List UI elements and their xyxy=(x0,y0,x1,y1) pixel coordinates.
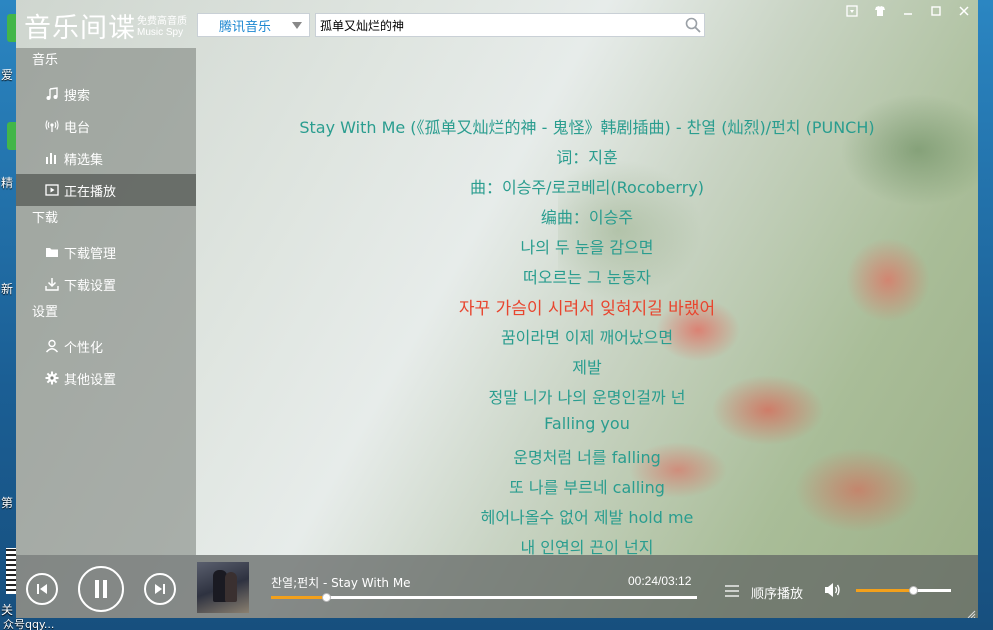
sidebar-item-label: 其他设置 xyxy=(64,372,117,388)
music-source-dropdown[interactable]: 腾讯音乐 xyxy=(197,13,310,37)
lyric-line: 曲：이승주/로코베리(Rocoberry) xyxy=(469,178,705,197)
album-cover[interactable] xyxy=(197,562,249,613)
app-logo-subtitle-en: Music Spy xyxy=(137,27,184,38)
lyric-line: 내 인연의 끈이 넌지 xyxy=(520,538,654,555)
sidebar-item-label: 下载设置 xyxy=(64,278,117,294)
album-cover-figure xyxy=(225,572,237,602)
user-icon xyxy=(44,338,60,354)
sidebar-item-search[interactable]: 搜索 xyxy=(16,78,196,110)
title-bar[interactable]: 音乐间谍 免费高音质 Music Spy 腾讯音乐 xyxy=(16,0,978,48)
progress-slider[interactable] xyxy=(271,593,697,602)
sidebar-item-radio[interactable]: 电台 xyxy=(16,110,196,142)
chart-bars-icon xyxy=(44,150,60,166)
desktop-label: 第 xyxy=(1,496,14,510)
search-input[interactable] xyxy=(316,15,682,35)
lyric-line: 운명처럼 너를 falling xyxy=(513,448,661,467)
volume-handle[interactable] xyxy=(909,586,918,595)
next-button[interactable] xyxy=(144,573,176,605)
lyric-line: 또 나를 부르네 calling xyxy=(509,478,665,497)
window-controls xyxy=(838,0,978,22)
music-source-label: 腾讯音乐 xyxy=(218,19,271,35)
progress-handle[interactable] xyxy=(322,593,332,602)
sidebar-item-other-settings[interactable]: 其他设置 xyxy=(16,362,196,394)
desktop-label: 新 xyxy=(1,282,14,296)
mini-mode-icon[interactable] xyxy=(838,0,866,22)
desktop-label: 众号qqy... xyxy=(3,618,55,630)
song-title: 찬열;펀치 - Stay With Me xyxy=(271,576,411,590)
lyric-line: 꿈이라면 이제 깨어났으면 xyxy=(500,328,674,347)
lyric-line: Stay With Me (《孤单又灿烂的神 - 鬼怪》韩剧插曲) - 찬열 (… xyxy=(299,118,875,137)
sidebar-item-now-playing[interactable]: 正在播放 xyxy=(16,174,196,206)
lyric-line: 떠오르는 그 눈동자 xyxy=(523,268,651,287)
next-icon xyxy=(155,584,165,594)
lyric-line-current: 자꾸 가슴이 시려서 잊혀지길 바랬어 xyxy=(458,299,716,319)
skin-icon[interactable] xyxy=(866,0,894,22)
sidebar-item-label: 精选集 xyxy=(64,152,104,168)
lyric-line: 제발 xyxy=(572,358,602,377)
sidebar-item-label: 正在播放 xyxy=(64,184,117,200)
progress-fill xyxy=(271,596,327,599)
sidebar-item-label: 搜索 xyxy=(64,88,91,104)
song-time: 00:24/03:12 xyxy=(628,574,692,588)
close-icon[interactable] xyxy=(950,0,978,22)
sidebar-item-download-settings[interactable]: 下载设置 xyxy=(16,268,196,300)
volume-slider[interactable] xyxy=(856,586,951,595)
lyric-line: Falling you xyxy=(544,414,630,433)
maximize-icon[interactable] xyxy=(922,0,950,22)
music-note-icon xyxy=(44,86,60,102)
chevron-down-icon xyxy=(292,21,302,29)
desktop-icon-strip: 爱 精 新 第 关 xyxy=(0,0,19,630)
pause-icon xyxy=(95,580,107,598)
sidebar-item-label: 电台 xyxy=(64,120,91,136)
search-box xyxy=(315,13,705,37)
previous-icon xyxy=(37,584,47,594)
minimize-icon[interactable] xyxy=(894,0,922,22)
lyric-line: 나의 두 눈을 감으면 xyxy=(520,238,654,257)
desktop-label: 精 xyxy=(1,176,14,190)
resize-grip-icon[interactable] xyxy=(966,606,976,618)
previous-button[interactable] xyxy=(26,573,58,605)
lyric-line: 编曲：이승주 xyxy=(540,208,634,227)
pause-button[interactable] xyxy=(78,566,124,612)
sidebar-item-personalize[interactable]: 个性化 xyxy=(16,330,196,362)
folder-icon xyxy=(44,244,60,260)
sidebar: 音乐 搜索 电台 精选集 正在播放 下载 下载管理 下载设置 设置 个性化 其他… xyxy=(16,48,196,555)
lyric-line: 词：지훈 xyxy=(556,148,618,167)
download-icon xyxy=(44,276,60,292)
player-bar: 찬열;펀치 - Stay With Me 00:24/03:12 顺序播放 xyxy=(16,555,978,618)
volume-fill xyxy=(856,589,913,592)
music-spy-window: 音乐间谍 免费高音质 Music Spy 腾讯音乐 孤单又灿烂的神 音乐 搜索 … xyxy=(16,0,978,618)
sidebar-item-collections[interactable]: 精选集 xyxy=(16,142,196,174)
lyric-line: 헤어나올수 없어 제발 hold me xyxy=(480,508,694,527)
volume-icon[interactable] xyxy=(824,582,842,598)
desktop-label: 爱 xyxy=(1,68,14,82)
sidebar-item-label: 下载管理 xyxy=(64,246,117,262)
sidebar-section-music: 音乐 xyxy=(32,53,59,68)
search-icon[interactable] xyxy=(682,14,704,36)
sidebar-section-download: 下载 xyxy=(32,211,59,226)
lyric-line: 정말 니가 나의 운명인걸까 넌 xyxy=(488,388,686,407)
sidebar-item-download-manager[interactable]: 下载管理 xyxy=(16,236,196,268)
app-logo-subtitle-cn: 免费高音质 xyxy=(137,16,187,27)
play-screen-icon xyxy=(44,182,60,198)
sidebar-section-settings: 设置 xyxy=(32,305,59,320)
radio-icon xyxy=(44,118,60,134)
gear-icon xyxy=(44,370,60,386)
playlist-mode-icon[interactable] xyxy=(725,584,739,597)
sidebar-item-label: 个性化 xyxy=(64,340,104,356)
play-mode-label[interactable]: 顺序播放 xyxy=(751,583,803,602)
app-logo-title: 音乐间谍 xyxy=(24,13,136,44)
lyrics-panel[interactable]: Stay With Me (《孤单又灿烂的神 - 鬼怪》韩剧插曲) - 찬열 (… xyxy=(196,48,978,555)
